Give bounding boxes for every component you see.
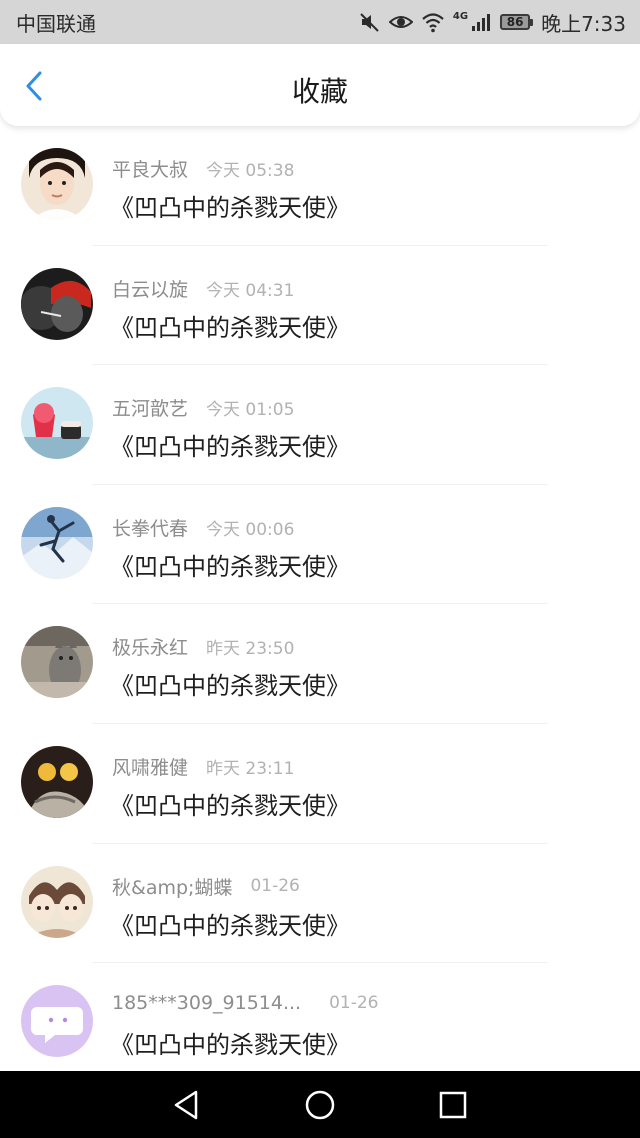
user-name: 风啸雅健: [112, 756, 189, 779]
nav-home-button[interactable]: [300, 1085, 340, 1125]
battery-level: 86: [500, 14, 531, 30]
post-title: 《凹凸中的杀戮天使》: [110, 313, 350, 342]
list-item[interactable]: 极乐永红 昨天 23:50 《凹凸中的杀戮天使》: [0, 604, 640, 724]
user-name: 五河歆艺: [112, 398, 189, 421]
post-time: 01-26: [329, 993, 379, 1014]
list-item[interactable]: 白云以旋 今天 04:31 《凹凸中的杀戮天使》: [0, 246, 640, 366]
avatar[interactable]: [21, 387, 93, 460]
list-item[interactable]: 长拳代春 今天 00:06 《凹凸中的杀戮天使》: [0, 485, 640, 605]
nav-recents-button[interactable]: [433, 1085, 473, 1125]
user-name: 185***309_91514...: [112, 992, 302, 1015]
navigation-bar: [0, 1071, 640, 1138]
post-title: 《凹凸中的杀戮天使》: [110, 911, 350, 940]
user-name: 极乐永红: [112, 637, 189, 660]
clock: 晚上7:33: [541, 11, 626, 36]
page-title: 收藏: [291, 75, 348, 108]
post-time: 今天 00:06: [206, 519, 295, 540]
list-item[interactable]: 秋&amp;蝴蝶 01-26 《凹凸中的杀戮天使》: [0, 844, 640, 964]
list-item[interactable]: 185***309_91514... 01-26 《凹凸中的杀戮天使》: [0, 963, 640, 1083]
avatar[interactable]: [21, 865, 93, 938]
avatar[interactable]: [21, 148, 93, 220]
avatar[interactable]: [21, 506, 93, 579]
status-icons: 4G 86 晚上7:33: [359, 8, 626, 37]
list-item[interactable]: 平良大叔 今天 05:38 《凹凸中的杀戮天使》: [0, 126, 640, 246]
post-title: 《凹凸中的杀戮天使》: [110, 552, 350, 581]
avatar[interactable]: [21, 745, 93, 818]
circle-home-icon: [305, 1090, 335, 1119]
post-time: 今天 04:31: [206, 280, 295, 301]
user-name: 平良大叔: [112, 159, 189, 181]
favorites-list: 平良大叔 今天 05:38 《凹凸中的杀戮天使》 白云以旋 今天 04:31 《…: [0, 126, 640, 1083]
post-title: 《凹凸中的杀戮天使》: [110, 791, 350, 820]
avatar[interactable]: [21, 985, 93, 1058]
eye-icon: [388, 11, 413, 33]
network-type: 4G: [452, 10, 469, 22]
mute-icon: [359, 11, 381, 33]
post-title: 《凹凸中的杀戮天使》: [110, 433, 350, 462]
list-item[interactable]: 风啸雅健 昨天 23:11 《凹凸中的杀戮天使》: [0, 724, 640, 844]
post-title: 《凹凸中的杀戮天使》: [110, 1031, 350, 1060]
list-item[interactable]: 五河歆艺 今天 01:05 《凹凸中的杀戮天使》: [0, 365, 640, 485]
post-title: 《凹凸中的杀戮天使》: [110, 194, 350, 222]
signal-icon: [470, 11, 492, 33]
screen: 中国联通 4G 86 晚上7:33 收藏 平良大叔 今天 05:38 《凹凸中的…: [0, 0, 640, 1138]
battery-icon: 86: [500, 14, 534, 30]
carrier-name: 中国联通: [16, 11, 96, 36]
user-name: 长拳代春: [112, 517, 189, 540]
post-time: 01-26: [250, 876, 300, 897]
user-name: 白云以旋: [112, 278, 189, 301]
title-bar: 收藏: [0, 44, 640, 126]
triangle-back-icon: [174, 1090, 197, 1119]
user-name: 秋&amp;蝴蝶: [112, 876, 233, 899]
post-title: 《凹凸中的杀戮天使》: [110, 672, 350, 701]
post-time: 昨天 23:11: [206, 758, 295, 779]
post-time: 今天 01:05: [206, 400, 295, 421]
avatar[interactable]: [21, 626, 93, 699]
post-time: 昨天 23:50: [206, 639, 295, 660]
square-recents-icon: [440, 1091, 467, 1118]
avatar[interactable]: [21, 267, 93, 340]
status-bar: 中国联通 4G 86 晚上7:33: [0, 0, 640, 44]
wifi-icon: [421, 11, 445, 33]
post-time: 今天 05:38: [206, 161, 295, 181]
nav-back-button[interactable]: [167, 1085, 207, 1125]
